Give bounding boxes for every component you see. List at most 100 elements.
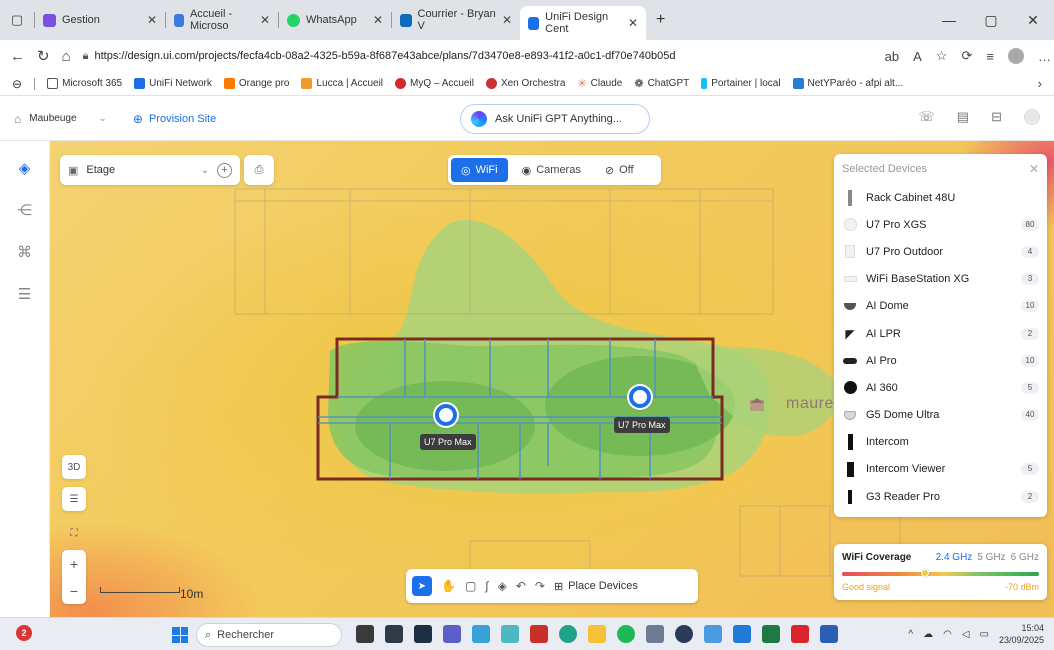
- device-row[interactable]: U7 Pro Outdoor 4: [842, 238, 1039, 265]
- place-devices-button[interactable]: ⊞ Place Devices: [554, 580, 638, 593]
- profile-avatar[interactable]: [1007, 48, 1024, 64]
- view-3d-button[interactable]: 3D: [62, 455, 86, 479]
- file-explorer-icon[interactable]: [588, 625, 606, 643]
- zoom-in-icon[interactable]: +: [70, 556, 78, 572]
- edge-icon[interactable]: [559, 625, 577, 643]
- band-2-4ghz[interactable]: 2.4 GHz: [936, 552, 973, 563]
- app-icon[interactable]: [414, 625, 432, 643]
- battery-icon[interactable]: ▭: [980, 629, 989, 640]
- minimize-icon[interactable]: —: [928, 12, 970, 28]
- bookmark-chatgpt[interactable]: ❁ ChatGPT: [634, 77, 689, 90]
- signal-threshold-handle[interactable]: [920, 569, 929, 577]
- draw-wall-icon[interactable]: ▢: [465, 579, 476, 593]
- clock[interactable]: 15:04 23/09/2025: [999, 622, 1044, 646]
- app-icon[interactable]: [385, 625, 403, 643]
- favorites-icon[interactable]: ≡: [986, 49, 994, 64]
- close-icon[interactable]: ✕: [1029, 162, 1039, 176]
- extensions-icon[interactable]: ⟳: [961, 48, 972, 64]
- translate-icon[interactable]: ab: [885, 49, 899, 64]
- url-field[interactable]: 🔒︎ https://design.ui.com/projects/fecfa4…: [83, 50, 873, 63]
- app-icon[interactable]: [472, 625, 490, 643]
- mode-cameras[interactable]: ◉ Cameras: [512, 158, 591, 182]
- layers-icon[interactable]: ◈: [498, 579, 507, 593]
- redo-icon[interactable]: ↷: [535, 579, 545, 593]
- more-icon[interactable]: …: [1038, 49, 1051, 64]
- bookmark-microsoft-365[interactable]: Microsoft 365: [47, 78, 122, 89]
- device-row[interactable]: G3 Reader Pro 2: [842, 483, 1039, 510]
- onedrive-icon[interactable]: ☁: [923, 629, 933, 640]
- tab-actions-icon[interactable]: ▢: [0, 12, 34, 28]
- app-icon[interactable]: [501, 625, 519, 643]
- band-5ghz[interactable]: 5 GHz: [977, 552, 1005, 563]
- provision-site-button[interactable]: ⊕ Provision Site: [133, 112, 216, 126]
- notes-icon[interactable]: ▤: [957, 109, 969, 125]
- filezilla-icon[interactable]: [530, 625, 548, 643]
- close-icon[interactable]: ✕: [260, 13, 270, 27]
- new-tab-button[interactable]: +: [656, 11, 665, 29]
- app-icon[interactable]: [356, 625, 374, 643]
- topology-icon[interactable]: ⋲: [17, 201, 32, 219]
- device-row[interactable]: G5 Dome Ultra 40: [842, 402, 1039, 429]
- teams-icon[interactable]: [443, 625, 461, 643]
- export-pdf-button[interactable]: ⎙: [244, 155, 274, 185]
- device-row[interactable]: AI 360 5: [842, 374, 1039, 401]
- tab-accueil-microsoft[interactable]: Accueil - Microso ✕: [166, 5, 278, 35]
- app-icon[interactable]: [675, 625, 693, 643]
- close-icon[interactable]: ✕: [502, 13, 512, 27]
- tab-courrier[interactable]: Courrier - Bryan V ✕: [392, 5, 520, 35]
- app-icon[interactable]: [646, 625, 664, 643]
- tab-whatsapp[interactable]: WhatsApp ✕: [279, 5, 391, 35]
- fit-screen-icon[interactable]: ⛶: [62, 521, 86, 545]
- add-floor-icon[interactable]: +: [217, 162, 232, 178]
- workspaces-icon[interactable]: ⊖: [12, 77, 22, 91]
- favorite-star-icon[interactable]: ☆: [936, 48, 948, 64]
- select-pointer-icon[interactable]: ➤: [412, 576, 432, 596]
- site-selector[interactable]: ⌂ Maubeuge ⌄: [14, 112, 107, 126]
- bookmark-lucca[interactable]: Lucca | Accueil: [301, 78, 383, 89]
- device-row[interactable]: Intercom Viewer 5: [842, 456, 1039, 483]
- refresh-icon[interactable]: ↻: [37, 47, 50, 65]
- wifi-tray-icon[interactable]: ◠: [943, 629, 952, 640]
- floor-selector[interactable]: ▣ Etage ⌄ +: [60, 155, 240, 185]
- bookmark-unifi-network[interactable]: UniFi Network: [134, 78, 212, 89]
- bookmarks-more-chevron-icon[interactable]: ›: [1038, 76, 1042, 91]
- ask-gpt-input[interactable]: Ask UniFi GPT Anything...: [460, 104, 650, 134]
- close-window-icon[interactable]: ✕: [1012, 12, 1054, 29]
- device-row[interactable]: ◤ AI LPR 2: [842, 320, 1039, 347]
- app-icon[interactable]: [704, 625, 722, 643]
- bookmark-portainer[interactable]: Portainer | local: [701, 78, 781, 89]
- bookmark-xen-orchestra[interactable]: Xen Orchestra: [485, 78, 565, 89]
- bookmark-claude[interactable]: ✳ Claude: [577, 77, 622, 90]
- device-icon[interactable]: ⊟: [991, 109, 1002, 125]
- layers-icon[interactable]: ◈: [19, 159, 31, 177]
- close-icon[interactable]: ✕: [373, 13, 383, 27]
- mode-wifi[interactable]: ◎ WiFi: [451, 158, 508, 182]
- mode-off[interactable]: ⊘ Off: [595, 158, 644, 182]
- word-icon[interactable]: [820, 625, 838, 643]
- bill-of-materials-icon[interactable]: ☰: [18, 285, 31, 303]
- settings-sliders-icon[interactable]: ☰: [62, 487, 86, 511]
- site-info-icon[interactable]: 🔒︎: [83, 50, 89, 63]
- excel-icon[interactable]: [762, 625, 780, 643]
- undo-icon[interactable]: ↶: [516, 579, 526, 593]
- back-icon[interactable]: ←: [10, 48, 25, 65]
- access-point-marker[interactable]: [435, 404, 457, 426]
- support-icon[interactable]: ☏: [919, 109, 935, 125]
- start-menu-icon[interactable]: [172, 627, 188, 643]
- band-6ghz[interactable]: 6 GHz: [1011, 552, 1039, 563]
- spotify-icon[interactable]: [617, 625, 635, 643]
- notification-badge[interactable]: 2: [16, 625, 32, 641]
- volume-icon[interactable]: ◁: [962, 629, 970, 640]
- zoom-out-icon[interactable]: −: [70, 583, 78, 599]
- device-row[interactable]: AI Dome 10: [842, 293, 1039, 320]
- device-row[interactable]: Rack Cabinet 48U: [842, 184, 1039, 211]
- vscode-icon[interactable]: [733, 625, 751, 643]
- close-icon[interactable]: ✕: [628, 16, 638, 30]
- device-row[interactable]: AI Pro 10: [842, 347, 1039, 374]
- close-icon[interactable]: ✕: [147, 13, 157, 27]
- acrobat-icon[interactable]: [791, 625, 809, 643]
- home-icon[interactable]: ⌂: [62, 48, 71, 65]
- bookmark-myq[interactable]: MyQ – Accueil: [395, 78, 474, 89]
- access-point-marker[interactable]: [629, 386, 651, 408]
- device-row[interactable]: U7 Pro XGS 80: [842, 211, 1039, 238]
